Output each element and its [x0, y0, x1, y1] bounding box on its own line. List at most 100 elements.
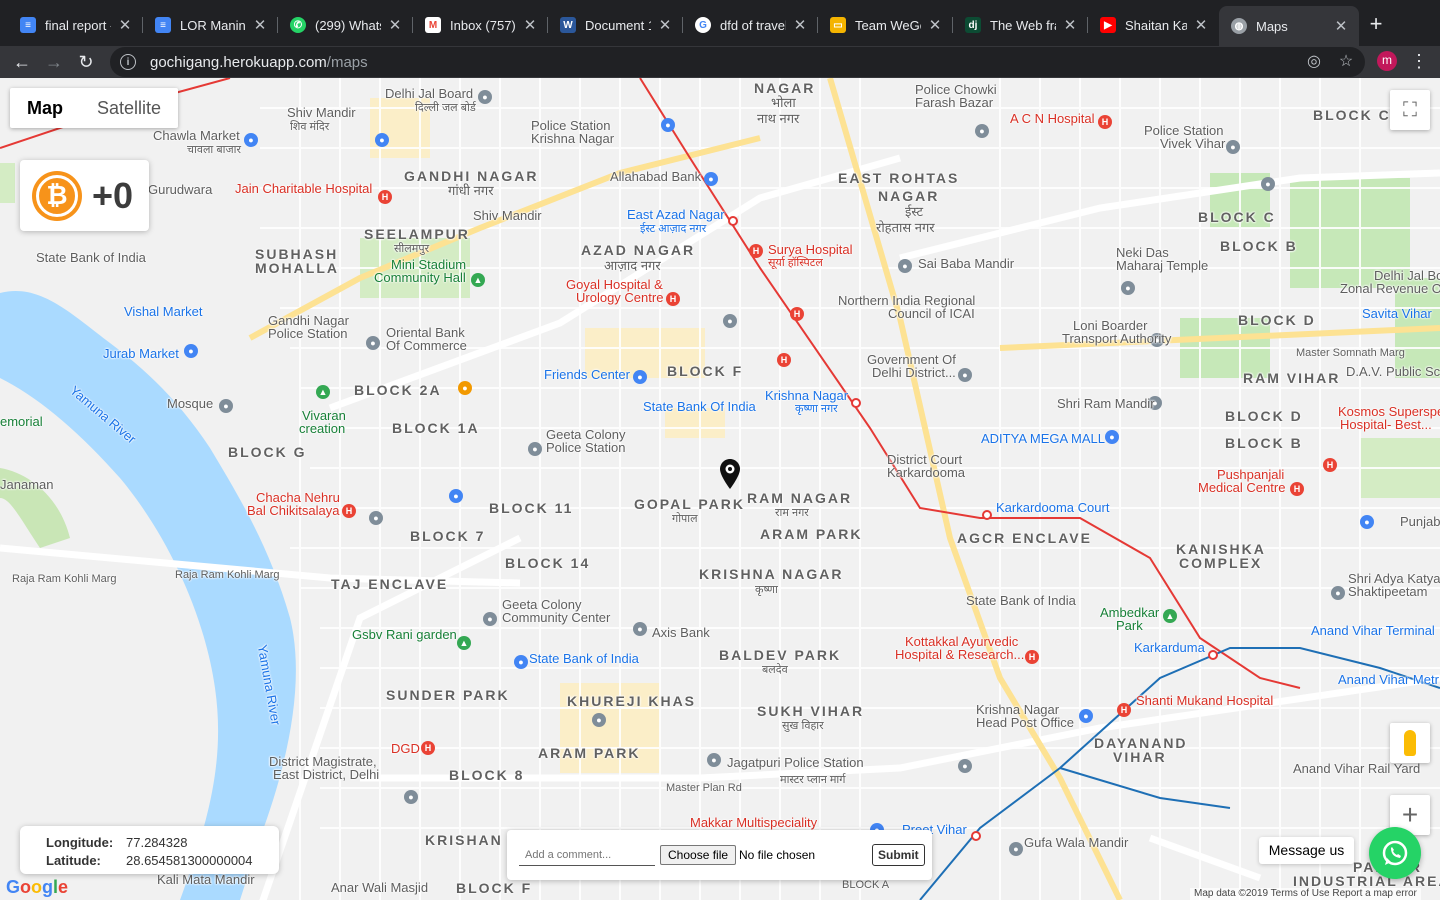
map-label[interactable]: KANISHKA [1176, 542, 1266, 556]
tab-maps[interactable]: ◍ Maps ✕ [1219, 6, 1359, 46]
map-attribution[interactable]: Map data ©2019 Terms of Use Report a map… [1190, 888, 1421, 900]
map-label[interactable]: BLOCK A [842, 878, 889, 892]
poi-pin-icon[interactable]: ● [478, 90, 492, 104]
map-label[interactable]: दिल्ली जल बोर्ड [415, 101, 476, 115]
close-icon[interactable]: ✕ [657, 16, 673, 34]
map-label[interactable]: Mosque [167, 397, 213, 411]
poi-pin-icon[interactable]: ● [1226, 140, 1240, 154]
map-label[interactable]: Anar Wali Masjid [331, 881, 428, 895]
map-label[interactable]: State Bank of India [966, 594, 1076, 608]
map-label[interactable]: कृष्णा [755, 583, 778, 597]
location-marker-icon[interactable] [719, 458, 741, 490]
map-label[interactable]: EAST ROHTAS [838, 171, 959, 185]
map-label[interactable]: BLOCK D [1238, 313, 1316, 327]
map-label[interactable]: राम नगर [775, 506, 809, 520]
map-label[interactable]: आज़ाद नगर [604, 259, 661, 273]
map-label[interactable]: Friends Center [544, 368, 630, 382]
map-label[interactable]: Medical Centre [1198, 481, 1285, 495]
poi-pin-icon[interactable]: ● [592, 713, 606, 727]
map-label[interactable]: Makkar Multispeciality [690, 816, 817, 830]
poi-pin-icon[interactable]: ● [514, 655, 528, 669]
map-label[interactable]: BLOCK B [1220, 239, 1298, 253]
map-label[interactable]: Bal Chikitsalaya [247, 504, 340, 518]
poi-pin-icon[interactable]: ▲ [1163, 609, 1177, 623]
tab-dfd[interactable]: G dfd of travel ✕ [683, 8, 818, 42]
poi-pin-icon[interactable]: ● [458, 381, 472, 395]
map-label[interactable]: BLOCK G [228, 445, 307, 459]
poi-pin-icon[interactable]: ● [1105, 430, 1119, 444]
map-label[interactable]: Council of ICAI [888, 307, 975, 321]
map-label[interactable]: Zonal Revenue O [1340, 282, 1440, 296]
poi-pin-icon[interactable]: H [777, 353, 791, 367]
map-label[interactable]: Park [1116, 619, 1143, 633]
poi-pin-icon[interactable]: H [749, 244, 763, 258]
poi-pin-icon[interactable]: ● [958, 368, 972, 382]
close-icon[interactable]: ✕ [117, 16, 133, 34]
map-label[interactable]: रोहतास नगर [876, 221, 935, 235]
map-label[interactable]: Karkardooma [887, 466, 965, 480]
tab-whatsapp[interactable]: ✆ (299) Whats ✕ [278, 8, 413, 42]
tab-web-framework[interactable]: dj The Web fra ✕ [953, 8, 1088, 42]
poi-pin-icon[interactable]: ● [723, 314, 737, 328]
poi-pin-icon[interactable]: ● [1009, 842, 1023, 856]
map-label[interactable]: नाथ नगर [757, 112, 799, 126]
map-label[interactable]: Jagatpuri Police Station [727, 756, 864, 770]
map-canvas[interactable]: H ● ● ● ● ● H ● ● H ● ● ● ▲ H ● H H ● ● ● ● ● ● ● ▲ ● ● ● H H ● H ● ● ▲ ● ● ● H… [0, 78, 1440, 900]
map-label[interactable]: गोपाल [672, 512, 698, 526]
poi-pin-icon[interactable]: ● [958, 759, 972, 773]
poi-pin-icon[interactable]: ● [528, 442, 542, 456]
poi-pin-icon[interactable]: ● [661, 118, 675, 132]
poi-pin-icon[interactable]: ● [1261, 177, 1275, 191]
map-label[interactable]: गांधी नगर [448, 184, 494, 198]
map-label[interactable]: Jurab Market [103, 347, 179, 361]
map-label[interactable]: INDUSTRIAL AREA [1293, 874, 1440, 888]
map-label[interactable]: Vivek Vihar [1160, 137, 1225, 151]
profile-avatar[interactable]: m [1377, 51, 1397, 71]
poi-pin-icon[interactable]: ● [449, 489, 463, 503]
map-label[interactable]: BLOCK F [667, 364, 743, 378]
map-label[interactable]: ईस्ट [905, 205, 923, 219]
location-icon[interactable]: ◎ [1305, 53, 1323, 71]
poi-pin-icon[interactable]: H [378, 190, 392, 204]
map-label[interactable]: RAM NAGAR [747, 491, 852, 505]
satellite-view-button[interactable]: Satellite [80, 88, 178, 128]
close-icon[interactable]: ✕ [1062, 16, 1078, 34]
map-label[interactable]: Axis Bank [652, 626, 710, 640]
poi-pin-icon[interactable]: H [342, 504, 356, 518]
street-view-pegman-icon[interactable] [1390, 723, 1430, 763]
map-label[interactable]: BLOCK 1A [392, 421, 480, 435]
map-label[interactable]: Delhi District... [872, 366, 956, 380]
map-label[interactable]: NAGAR [878, 189, 939, 203]
map-label[interactable]: सुख विहार [782, 719, 824, 733]
map-label[interactable]: SUNDER PARK [386, 688, 510, 702]
poi-pin-icon[interactable]: ● [898, 259, 912, 273]
poi-pin-icon[interactable]: ● [369, 511, 383, 525]
map-label[interactable]: Anand Vihar Terminal [1311, 624, 1435, 638]
map-label[interactable]: चावला बाजार [187, 143, 241, 157]
poi-pin-icon[interactable]: ● [184, 344, 198, 358]
map-label[interactable]: MOHALLA [255, 261, 339, 275]
map-label[interactable]: Gsbv Rani garden [352, 628, 457, 642]
map-label[interactable]: KHUREJI KHAS [567, 694, 696, 708]
fullscreen-button[interactable]: ⛶ [1390, 90, 1430, 130]
poi-pin-icon[interactable]: ● [975, 124, 989, 138]
poi-pin-icon[interactable]: H [1290, 482, 1304, 496]
poi-pin-icon[interactable]: ● [366, 336, 380, 350]
poi-pin-icon[interactable]: ▲ [471, 273, 485, 287]
map-label[interactable]: Head Post Office [976, 716, 1074, 730]
poi-pin-icon[interactable]: ● [375, 133, 389, 147]
tab-document[interactable]: W Document 1 ✕ [548, 8, 683, 42]
close-icon[interactable]: ✕ [522, 16, 538, 34]
poi-pin-icon[interactable]: H [666, 292, 680, 306]
map-label[interactable]: Community Center [502, 611, 610, 625]
map-label[interactable]: COMPLEX [1179, 556, 1262, 570]
map-label[interactable]: AZAD NAGAR [581, 243, 695, 257]
map-label[interactable]: VIHAR [1113, 750, 1167, 764]
map-label[interactable]: BLOCK B [1225, 436, 1303, 450]
poi-pin-icon[interactable]: ● [1331, 586, 1345, 600]
map-label[interactable]: BALDEV PARK [719, 648, 841, 662]
map-label[interactable]: Police Station [546, 441, 626, 455]
map-label[interactable]: बलदेव [762, 663, 788, 677]
map-label[interactable]: DGD [391, 742, 420, 756]
map-label[interactable]: BLOCK 14 [505, 556, 590, 570]
